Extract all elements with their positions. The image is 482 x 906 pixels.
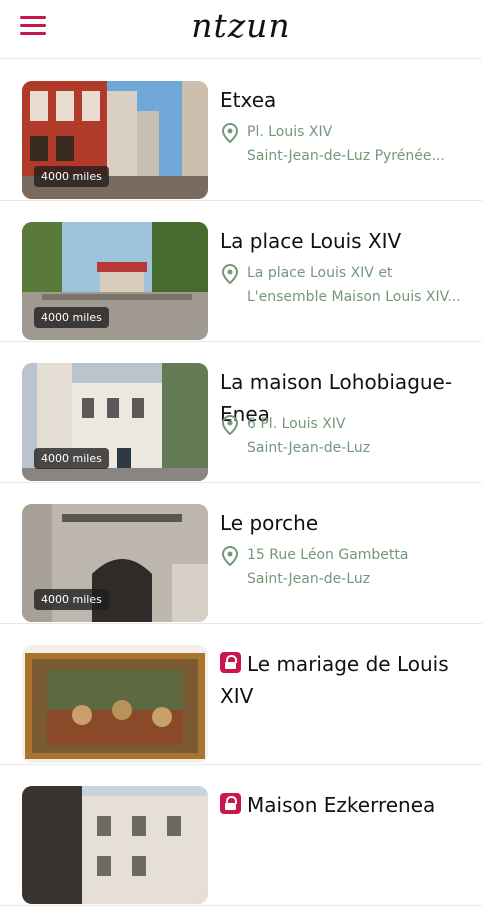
place-title: Maison Ezkerrenea bbox=[220, 789, 465, 821]
map-pin-icon bbox=[222, 123, 238, 143]
address-line-1: La place Louis XIV et bbox=[247, 265, 393, 281]
lock-icon bbox=[220, 793, 241, 814]
place-card-etxea[interactable]: 4000 miles Etxea Pl. Louis XIV Saint-Jea… bbox=[0, 60, 482, 201]
lock-icon bbox=[220, 652, 241, 673]
distance-badge: 4000 miles bbox=[34, 307, 109, 328]
app-logo: ntzun bbox=[191, 6, 291, 45]
places-list: 4000 miles Etxea Pl. Louis XIV Saint-Jea… bbox=[0, 60, 482, 906]
address-line-2: Saint-Jean-de-Luz Pyrénée... bbox=[247, 148, 445, 164]
place-title: Le mariage de Louis XIV bbox=[220, 652, 449, 708]
place-photo[interactable] bbox=[22, 786, 208, 904]
map-pin-icon bbox=[222, 264, 238, 284]
address-line-2: Saint-Jean-de-Luz bbox=[247, 571, 371, 587]
place-photo[interactable] bbox=[22, 645, 208, 763]
place-card-le-porche[interactable]: 4000 miles Le porche 15 Rue Léon Gambett… bbox=[0, 483, 482, 624]
place-photo[interactable]: 4000 miles bbox=[22, 222, 208, 340]
distance-badge: 4000 miles bbox=[34, 589, 109, 610]
place-photo[interactable]: 4000 miles bbox=[22, 81, 208, 199]
address-line-1: 15 Rue Léon Gambetta bbox=[247, 547, 409, 563]
app-header: ntzun bbox=[0, 0, 482, 59]
map-pin-icon bbox=[222, 415, 238, 435]
place-title: Etxea bbox=[220, 88, 277, 112]
place-card-place-louis-xiv[interactable]: 4000 miles La place Louis XIV La place L… bbox=[0, 201, 482, 342]
address-line-2: Saint-Jean-de-Luz bbox=[247, 440, 371, 456]
address-line-1: Pl. Louis XIV bbox=[247, 124, 333, 140]
distance-badge: 4000 miles bbox=[34, 166, 109, 187]
address-line-1: 6 Pl. Louis XIV bbox=[247, 416, 346, 432]
place-card-lohobiague-enea[interactable]: 4000 miles La maison Lohobiague-Enea 6 P… bbox=[0, 342, 482, 483]
place-photo[interactable]: 4000 miles bbox=[22, 363, 208, 481]
address-line-2: L'ensemble Maison Louis XIV... bbox=[247, 289, 461, 305]
place-card-mariage-louis-xiv[interactable]: Le mariage de Louis XIV bbox=[0, 624, 482, 765]
distance-badge: 4000 miles bbox=[34, 448, 109, 469]
place-photo[interactable]: 4000 miles bbox=[22, 504, 208, 622]
map-pin-icon bbox=[222, 546, 238, 566]
place-title: Le porche bbox=[220, 511, 319, 535]
place-title: La place Louis XIV bbox=[220, 229, 402, 253]
place-card-maison-ezkerrenea[interactable]: Maison Ezkerrenea bbox=[0, 765, 482, 906]
